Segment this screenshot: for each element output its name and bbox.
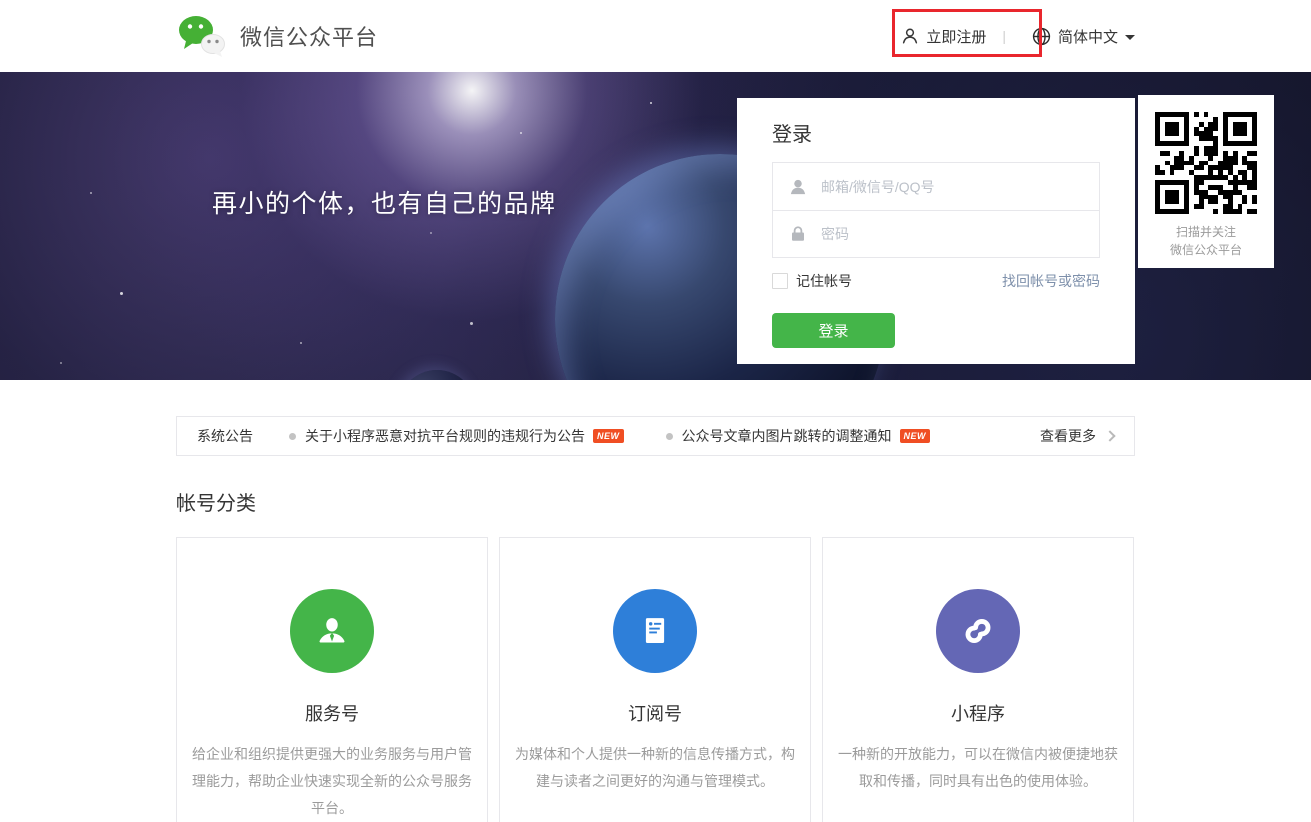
login-panel: 登录 记住帐号 找回帐号或密码 (737, 98, 1135, 364)
card-title: 服务号 (305, 704, 359, 724)
qr-code (1155, 112, 1257, 214)
card-description: 为媒体和个人提供一种新的信息传播方式，构建与读者之间更好的沟通与管理模式。 (515, 746, 795, 789)
remember-label: 记住帐号 (796, 273, 852, 289)
announcement-item[interactable]: 公众号文章内图片跳转的调整通知 NEW (665, 426, 930, 446)
card-service-account[interactable]: 服务号 给企业和组织提供更强大的业务服务与用户管理能力，帮助企业快速实现全新的公… (176, 537, 488, 822)
subscription-article-icon (613, 589, 697, 673)
view-more-link[interactable]: 查看更多 (1040, 426, 1116, 446)
wechat-logo[interactable] (176, 13, 228, 59)
announcement-label: 系统公告 (197, 428, 253, 444)
card-miniprogram[interactable]: 小程序 一种新的开放能力，可以在微信内被便捷地获取和传播，同时具有出色的使用体验… (822, 537, 1134, 822)
account-input[interactable] (821, 163, 1099, 210)
chevron-right-icon (1104, 430, 1116, 442)
register-label: 立即注册 (926, 28, 987, 46)
header-divider: | (1002, 28, 1006, 44)
card-subscription-account[interactable]: 订阅号 为媒体和个人提供一种新的信息传播方式，构建与读者之间更好的沟通与管理模式… (499, 537, 811, 822)
site-title: 微信公众平台 (240, 25, 379, 50)
login-heading: 登录 (772, 124, 812, 146)
remember-account[interactable]: 记住帐号 (772, 271, 852, 291)
account-icon (790, 179, 806, 194)
lock-icon (792, 226, 804, 241)
account-input-row (773, 163, 1099, 210)
qr-caption: 扫描并关注 微信公众平台 (1138, 223, 1274, 259)
register-link[interactable]: 立即注册 (901, 26, 986, 47)
card-title: 小程序 (951, 704, 1005, 724)
card-title: 订阅号 (628, 704, 682, 724)
new-badge: NEW (899, 429, 930, 443)
globe-icon (1032, 27, 1051, 45)
login-button[interactable]: 登录 (772, 313, 895, 348)
qr-panel: 扫描并关注 微信公众平台 (1138, 95, 1274, 268)
qr-caption-line2: 微信公众平台 (1169, 243, 1242, 257)
header: 微信公众平台 立即注册 | 简体中文 (0, 0, 1311, 72)
announcement-link[interactable]: 关于小程序恶意对抗平台规则的违规行为公告 (305, 426, 585, 446)
user-icon (903, 28, 918, 44)
announcement-item[interactable]: 关于小程序恶意对抗平台规则的违规行为公告 NEW (289, 426, 624, 446)
card-description: 给企业和组织提供更强大的业务服务与用户管理能力，帮助企业快速实现全新的公众号服务… (192, 746, 472, 816)
announcement-link[interactable]: 公众号文章内图片跳转的调整通知 (682, 426, 892, 446)
announcement-bar: 系统公告 关于小程序恶意对抗平台规则的违规行为公告 NEW 公众号文章内图片跳转… (176, 416, 1135, 456)
language-label: 简体中文 (1057, 28, 1118, 46)
password-input-row (773, 210, 1099, 257)
wechat-logo-icon (179, 16, 225, 57)
password-input[interactable] (821, 211, 1099, 257)
new-badge: NEW (593, 429, 624, 443)
category-cards: 服务号 给企业和组织提供更强大的业务服务与用户管理能力，帮助企业快速实现全新的公… (176, 537, 1135, 822)
hero-banner: 再小的个体，也有自己的品牌 登录 记住帐号 (0, 72, 1311, 380)
categories-heading: 帐号分类 (176, 493, 256, 515)
bullet-icon (289, 432, 296, 440)
hero-tagline: 再小的个体，也有自己的品牌 (212, 190, 557, 218)
planet-small (398, 370, 476, 380)
miniprogram-icon (936, 589, 1020, 673)
qr-caption-line1: 扫描并关注 (1175, 225, 1236, 239)
service-person-icon (290, 589, 374, 673)
caret-down-icon (1125, 34, 1135, 40)
remember-checkbox[interactable] (772, 273, 788, 289)
view-more-label: 查看更多 (1040, 428, 1096, 444)
bullet-icon (665, 432, 673, 440)
forgot-password-link[interactable]: 找回帐号或密码 (1002, 271, 1100, 291)
card-description: 一种新的开放能力，可以在微信内被便捷地获取和传播，同时具有出色的使用体验。 (838, 746, 1118, 789)
language-selector[interactable]: 简体中文 (1032, 26, 1135, 47)
